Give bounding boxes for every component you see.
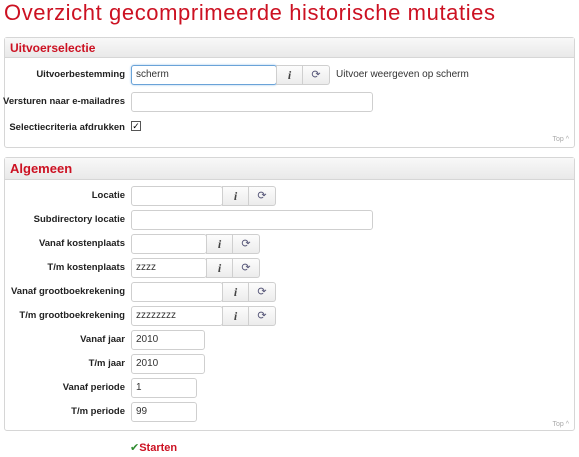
email-label: Versturen naar e-mailadres: [3, 96, 125, 107]
vanaf-grootboekrekening-input[interactable]: [131, 282, 223, 302]
vanaf-kostenplaats-refresh-button[interactable]: ⟳: [233, 234, 260, 254]
start-button[interactable]: ✔Starten: [130, 441, 177, 454]
tm-jaar-label: T/m jaar: [88, 358, 125, 369]
vanaf-grootboekrekening-refresh-button[interactable]: ⟳: [249, 282, 276, 302]
info-icon: i: [287, 68, 292, 82]
info-icon: i: [217, 261, 222, 275]
uitvoerselectie-header: Uitvoerselectie: [5, 38, 574, 58]
top-link[interactable]: Top ^: [552, 421, 569, 428]
uitvoerselectie-panel: Uitvoerselectie Uitvoerbestemming scherm…: [3, 37, 575, 148]
uitvoerbestemming-input[interactable]: scherm: [131, 65, 277, 85]
email-input[interactable]: [131, 92, 373, 112]
tm-jaar-input[interactable]: 2010: [131, 354, 205, 374]
refresh-icon: ⟳: [311, 69, 321, 81]
info-icon: i: [233, 309, 238, 323]
info-icon: i: [233, 285, 238, 299]
tm-grootboekrekening-input[interactable]: zzzzzzzz: [131, 306, 223, 326]
afdrukken-checkbox[interactable]: ✓: [131, 121, 141, 131]
uitvoerbestemming-hint: Uitvoer weergeven op scherm: [336, 69, 469, 80]
tm-kostenplaats-input[interactable]: zzzz: [131, 258, 207, 278]
vanaf-jaar-row: Vanaf jaar 2010: [5, 330, 575, 350]
tm-kostenplaats-label: T/m kostenplaats: [47, 262, 125, 273]
refresh-icon: ⟳: [241, 238, 251, 250]
vanaf-kostenplaats-info-button[interactable]: i: [206, 234, 233, 254]
tm-periode-label: T/m periode: [71, 406, 125, 417]
vanaf-kostenplaats-row: Vanaf kostenplaats i ⟳: [5, 234, 575, 254]
start-label: Starten: [139, 442, 178, 454]
subdir-label: Subdirectory locatie: [33, 214, 125, 225]
refresh-icon: ⟳: [241, 262, 251, 274]
tm-periode-input[interactable]: 99: [131, 402, 197, 422]
uitvoerbestemming-label: Uitvoerbestemming: [36, 69, 125, 80]
tm-jaar-row: T/m jaar 2010: [5, 354, 575, 374]
vanaf-periode-label: Vanaf periode: [62, 382, 125, 393]
vanaf-kostenplaats-input[interactable]: [131, 234, 207, 254]
vanaf-jaar-input[interactable]: 2010: [131, 330, 205, 350]
tm-kostenplaats-refresh-button[interactable]: ⟳: [233, 258, 260, 278]
tm-kostenplaats-info-button[interactable]: i: [206, 258, 233, 278]
locatie-input[interactable]: [131, 186, 223, 206]
subdir-row: Subdirectory locatie: [5, 210, 575, 230]
refresh-icon: ⟳: [257, 190, 267, 202]
locatie-refresh-button[interactable]: ⟳: [249, 186, 276, 206]
vanaf-grootboekrekening-row: Vanaf grootboekrekening i ⟳: [5, 282, 575, 302]
tm-periode-row: T/m periode 99: [5, 402, 575, 422]
tm-grootboekrekening-refresh-button[interactable]: ⟳: [249, 306, 276, 326]
page-title: Overzicht gecomprimeerde historische mut…: [4, 0, 496, 25]
vanaf-grootboekrekening-label: Vanaf grootboekrekening: [10, 286, 125, 297]
email-row: Versturen naar e-mailadres: [3, 92, 575, 112]
afdrukken-label: Selectiecriteria afdrukken: [9, 122, 125, 133]
tm-kostenplaats-row: T/m kostenplaats zzzz i ⟳: [5, 258, 575, 278]
info-icon: i: [217, 237, 222, 251]
vanaf-grootboekrekening-info-button[interactable]: i: [222, 282, 249, 302]
locatie-row: Locatie i ⟳: [5, 186, 575, 206]
info-icon: i: [233, 189, 238, 203]
algemeen-panel: Algemeen Locatie i ⟳ Subdirectory locati…: [4, 157, 575, 431]
locatie-label: Locatie: [91, 190, 125, 201]
tm-grootboekrekening-label: T/m grootboekrekening: [19, 310, 125, 321]
algemeen-header: Algemeen: [5, 158, 574, 180]
vanaf-jaar-label: Vanaf jaar: [80, 334, 125, 345]
vanaf-periode-row: Vanaf periode 1: [5, 378, 575, 398]
vanaf-periode-input[interactable]: 1: [131, 378, 197, 398]
checkmark-icon: ✔: [130, 442, 140, 454]
tm-grootboekrekening-info-button[interactable]: i: [222, 306, 249, 326]
uitvoerbestemming-row: Uitvoerbestemming scherm i ⟳ Uitvoer wee…: [5, 65, 575, 85]
uitvoerbestemming-info-button[interactable]: i: [276, 65, 303, 85]
vanaf-kostenplaats-label: Vanaf kostenplaats: [38, 238, 125, 249]
uitvoerbestemming-refresh-button[interactable]: ⟳: [303, 65, 330, 85]
tm-grootboekrekening-row: T/m grootboekrekening zzzzzzzz i ⟳: [5, 306, 575, 326]
afdrukken-row: Selectiecriteria afdrukken ✓: [5, 118, 575, 138]
refresh-icon: ⟳: [257, 310, 267, 322]
top-link[interactable]: Top ^: [552, 136, 569, 143]
refresh-icon: ⟳: [257, 286, 267, 298]
locatie-info-button[interactable]: i: [222, 186, 249, 206]
subdir-input[interactable]: [131, 210, 373, 230]
